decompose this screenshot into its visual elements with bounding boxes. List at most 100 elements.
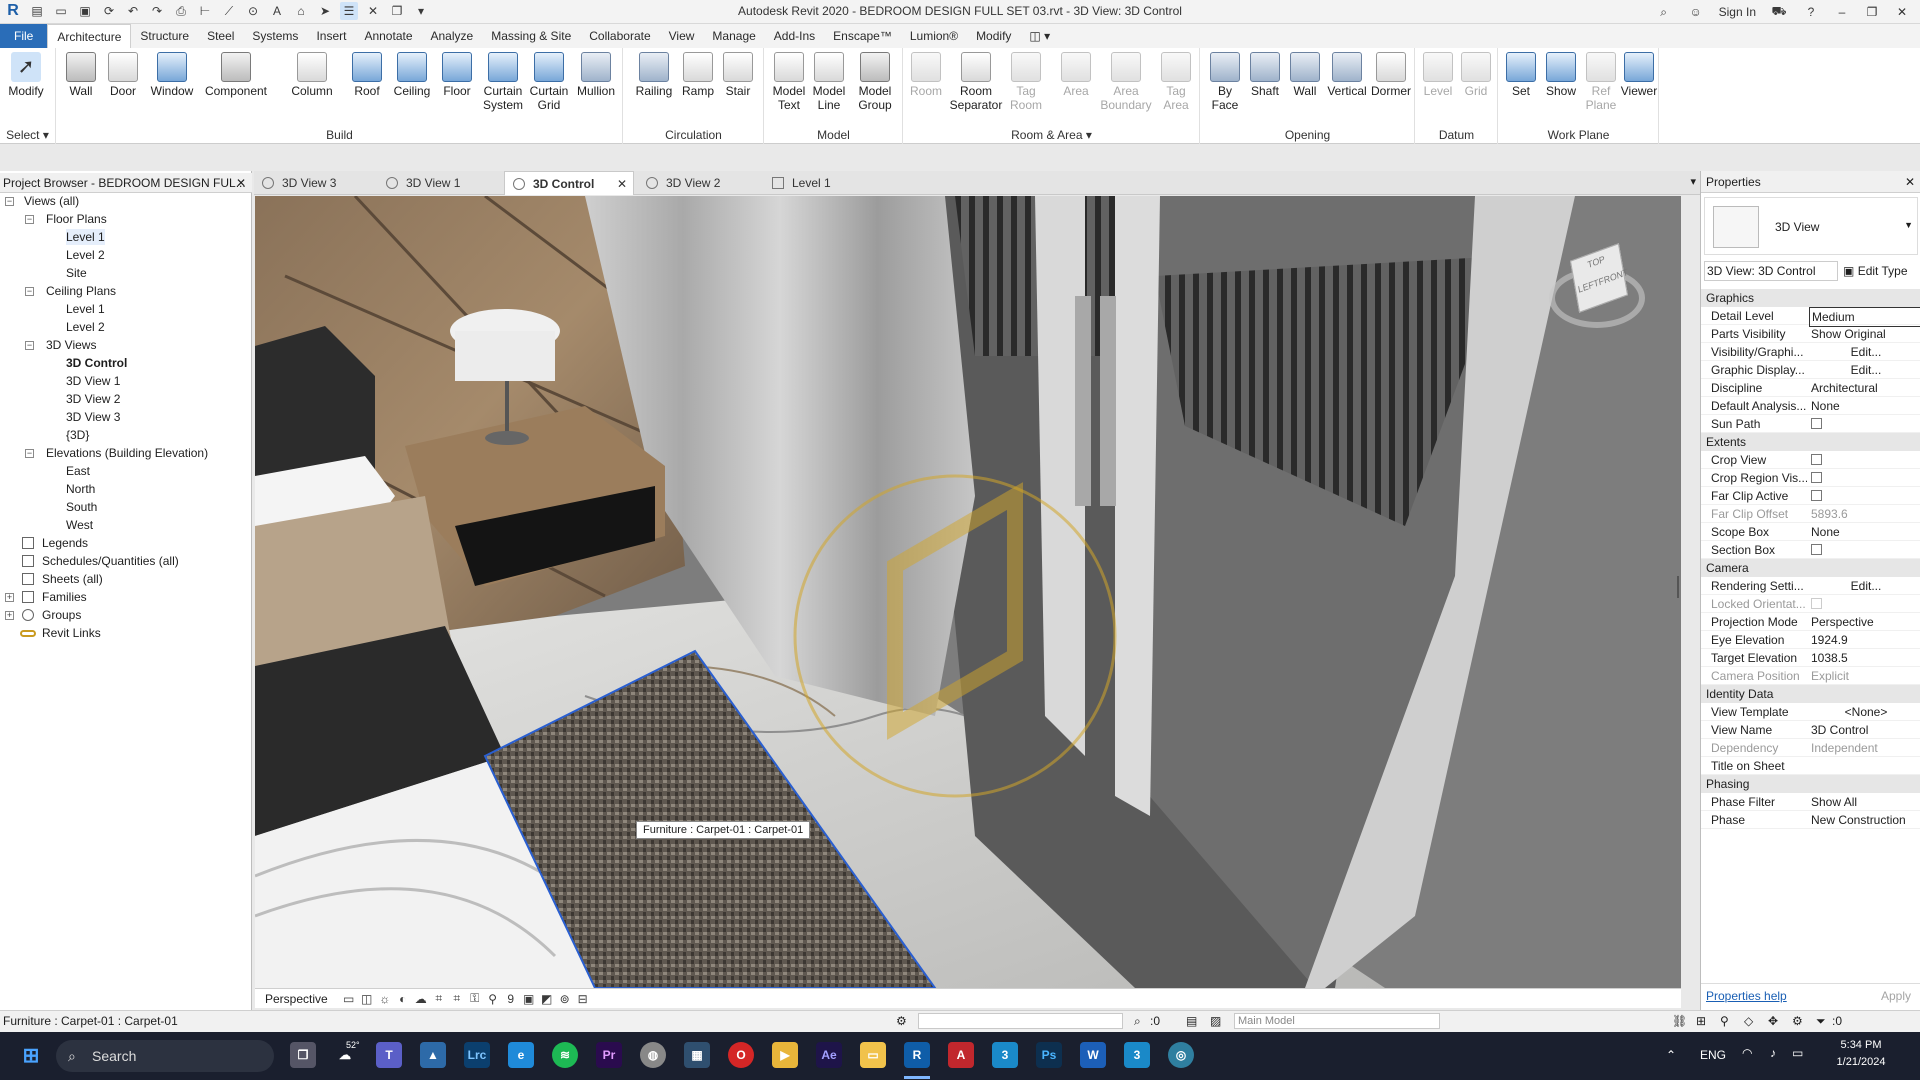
constraints-icon[interactable]: ⊟ [574, 990, 592, 1008]
design-options-icon[interactable]: ▤ [1186, 1011, 1197, 1031]
prop-scope-box[interactable]: Scope Box None [1701, 523, 1920, 541]
vertical-scroll-handle[interactable] [1677, 576, 1679, 598]
tray-overflow-icon[interactable]: ⌃ [1666, 1048, 1676, 1062]
prop-section-box[interactable]: Section Box [1701, 541, 1920, 559]
prop-value[interactable]: Perspective [1809, 613, 1920, 631]
tab-architecture[interactable]: Architecture [47, 24, 132, 48]
tab-structure[interactable]: Structure [131, 24, 198, 48]
autocad-icon[interactable]: A [948, 1042, 974, 1068]
curtain-system-button[interactable]: Curtain System [481, 52, 525, 112]
prop-view-name[interactable]: View Name 3D Control [1701, 721, 1920, 739]
prop-value[interactable]: Show All [1809, 793, 1920, 811]
tab-insert[interactable]: Insert [307, 24, 355, 48]
ceiling-button[interactable]: Ceiling [389, 52, 435, 98]
prop-phase-filter[interactable]: Phase Filter Show All [1701, 793, 1920, 811]
render-icon[interactable]: ☁ [412, 990, 430, 1008]
tab-lumion[interactable]: Lumion® [901, 24, 967, 48]
curtain-grid-button[interactable]: Curtain Grid [527, 52, 571, 112]
tab-manage[interactable]: Manage [703, 24, 764, 48]
railing-button[interactable]: Railing [632, 52, 676, 98]
restore-icon[interactable]: ❐ [1864, 5, 1880, 19]
prop-phase[interactable]: Phase New Construction [1701, 811, 1920, 829]
word-icon[interactable]: W [1080, 1042, 1106, 1068]
wall-button[interactable]: Wall [61, 52, 101, 98]
prop-value[interactable]: Show Original [1809, 325, 1920, 343]
view-cube[interactable]: TOP LEFT FRONT [1543, 238, 1653, 348]
stair-button[interactable]: Stair [718, 52, 758, 98]
group-phasing[interactable]: Phasing [1701, 775, 1920, 793]
print-icon[interactable]: ⎙ [172, 2, 190, 20]
lightroom-classic-icon[interactable]: Lrc [464, 1042, 490, 1068]
tree-3d-views[interactable]: 3D Views [46, 337, 96, 353]
prop-far-clip-active[interactable]: Far Clip Active [1701, 487, 1920, 505]
select-underlay-icon[interactable]: ⊞ [1696, 1011, 1706, 1031]
tab-file[interactable]: File [0, 24, 48, 48]
crop-region-checkbox[interactable] [1811, 472, 1822, 483]
lock-view-icon[interactable]: ⚿ [466, 990, 484, 1008]
3dsmax-alt-icon[interactable]: 3 [1124, 1042, 1150, 1068]
tree-families[interactable]: Families [42, 589, 87, 605]
area-boundary-button[interactable]: Area Boundary [1100, 52, 1152, 112]
tree-floor-level-1[interactable]: Level 1 [66, 229, 105, 245]
minimize-icon[interactable]: – [1834, 5, 1850, 19]
sign-in-link[interactable]: Sign In [1719, 5, 1756, 19]
tab-add-ins[interactable]: Add-Ins [765, 24, 824, 48]
collapse-icon[interactable]: − [5, 197, 14, 206]
temp-view-icon[interactable]: ◩ [538, 990, 556, 1008]
crop-region-icon[interactable]: ⌗ [448, 990, 466, 1008]
photoshop-icon[interactable]: Ps [1036, 1042, 1062, 1068]
prop-eye-elevation[interactable]: Eye Elevation 1924.9 [1701, 631, 1920, 649]
tree-ceiling-level-1[interactable]: Level 1 [66, 301, 105, 317]
tab-annotate[interactable]: Annotate [355, 24, 421, 48]
design-option-dropdown[interactable]: Main Model [1234, 1013, 1440, 1029]
collapse-icon[interactable]: − [25, 215, 34, 224]
prop-value[interactable]: 3D Control [1809, 721, 1920, 739]
edit-type-button[interactable]: ▣ Edit Type [1843, 261, 1918, 281]
binoculars-icon[interactable]: ⌕ [1655, 3, 1673, 21]
reveal-icon[interactable]: ▣ [520, 990, 538, 1008]
user-icon[interactable]: ☺ [1687, 3, 1705, 21]
tree-elevations[interactable]: Elevations (Building Elevation) [46, 445, 208, 461]
prop-target-elevation[interactable]: Target Elevation 1038.5 [1701, 649, 1920, 667]
close-window-icon[interactable]: ✕ [1894, 5, 1910, 19]
editable-only-icon[interactable]: ⌕ [1134, 1011, 1141, 1031]
help-icon[interactable]: ? [1802, 3, 1820, 21]
by-face-button[interactable]: By Face [1205, 52, 1245, 112]
calculator-icon[interactable]: ▦ [684, 1042, 710, 1068]
tree-3d-view-1[interactable]: 3D View 1 [66, 373, 120, 389]
prop-edit-button[interactable]: Edit... [1809, 577, 1920, 595]
ref-plane-button[interactable]: Ref Plane [1581, 52, 1621, 112]
tab-modify[interactable]: Modify [967, 24, 1020, 48]
revit-logo-icon[interactable]: R [4, 2, 22, 20]
tag-room-button[interactable]: Tag Room [1006, 52, 1046, 112]
select-dropdown[interactable]: Select ▾ [0, 128, 55, 142]
opera-icon[interactable]: O [728, 1042, 754, 1068]
properties-help-link[interactable]: Properties help [1706, 989, 1787, 1003]
prop-value[interactable]: None [1809, 523, 1920, 541]
ribbon-display-toggle[interactable]: ◫ ▾ [1020, 24, 1059, 48]
file-explorer-icon[interactable]: ▭ [860, 1042, 886, 1068]
tree-north[interactable]: North [66, 481, 95, 497]
dimension-icon[interactable]: ⟋ [220, 2, 238, 20]
collapse-icon[interactable]: − [25, 449, 34, 458]
tree-south[interactable]: South [66, 499, 97, 515]
expand-icon[interactable]: + [5, 593, 14, 602]
tree-3d-view-2[interactable]: 3D View 2 [66, 391, 120, 407]
prop-value[interactable]: Medium [1809, 307, 1920, 327]
group-graphics[interactable]: Graphics [1701, 289, 1920, 307]
prop-parts-visibility[interactable]: Parts Visibility Show Original [1701, 325, 1920, 343]
tab-massing-site[interactable]: Massing & Site [482, 24, 580, 48]
shadows-icon[interactable]: ◐ [394, 990, 412, 1008]
shaft-button[interactable]: Shaft [1245, 52, 1285, 98]
tree-3d-control[interactable]: 3D Control [66, 355, 127, 371]
filter-icon[interactable]: ⏷ [1816, 1011, 1826, 1031]
group-identity-data[interactable]: Identity Data [1701, 685, 1920, 703]
tab-collaborate[interactable]: Collaborate [580, 24, 659, 48]
save-icon[interactable]: ▣ [76, 2, 94, 20]
model-group-button[interactable]: Model Group [853, 52, 897, 112]
tree-west[interactable]: West [66, 517, 93, 533]
viewer-button[interactable]: Viewer [1619, 52, 1659, 98]
show-button[interactable]: Show [1541, 52, 1581, 98]
prop-projection-mode[interactable]: Projection Mode Perspective [1701, 613, 1920, 631]
tab-enscape[interactable]: Enscape™ [824, 24, 901, 48]
